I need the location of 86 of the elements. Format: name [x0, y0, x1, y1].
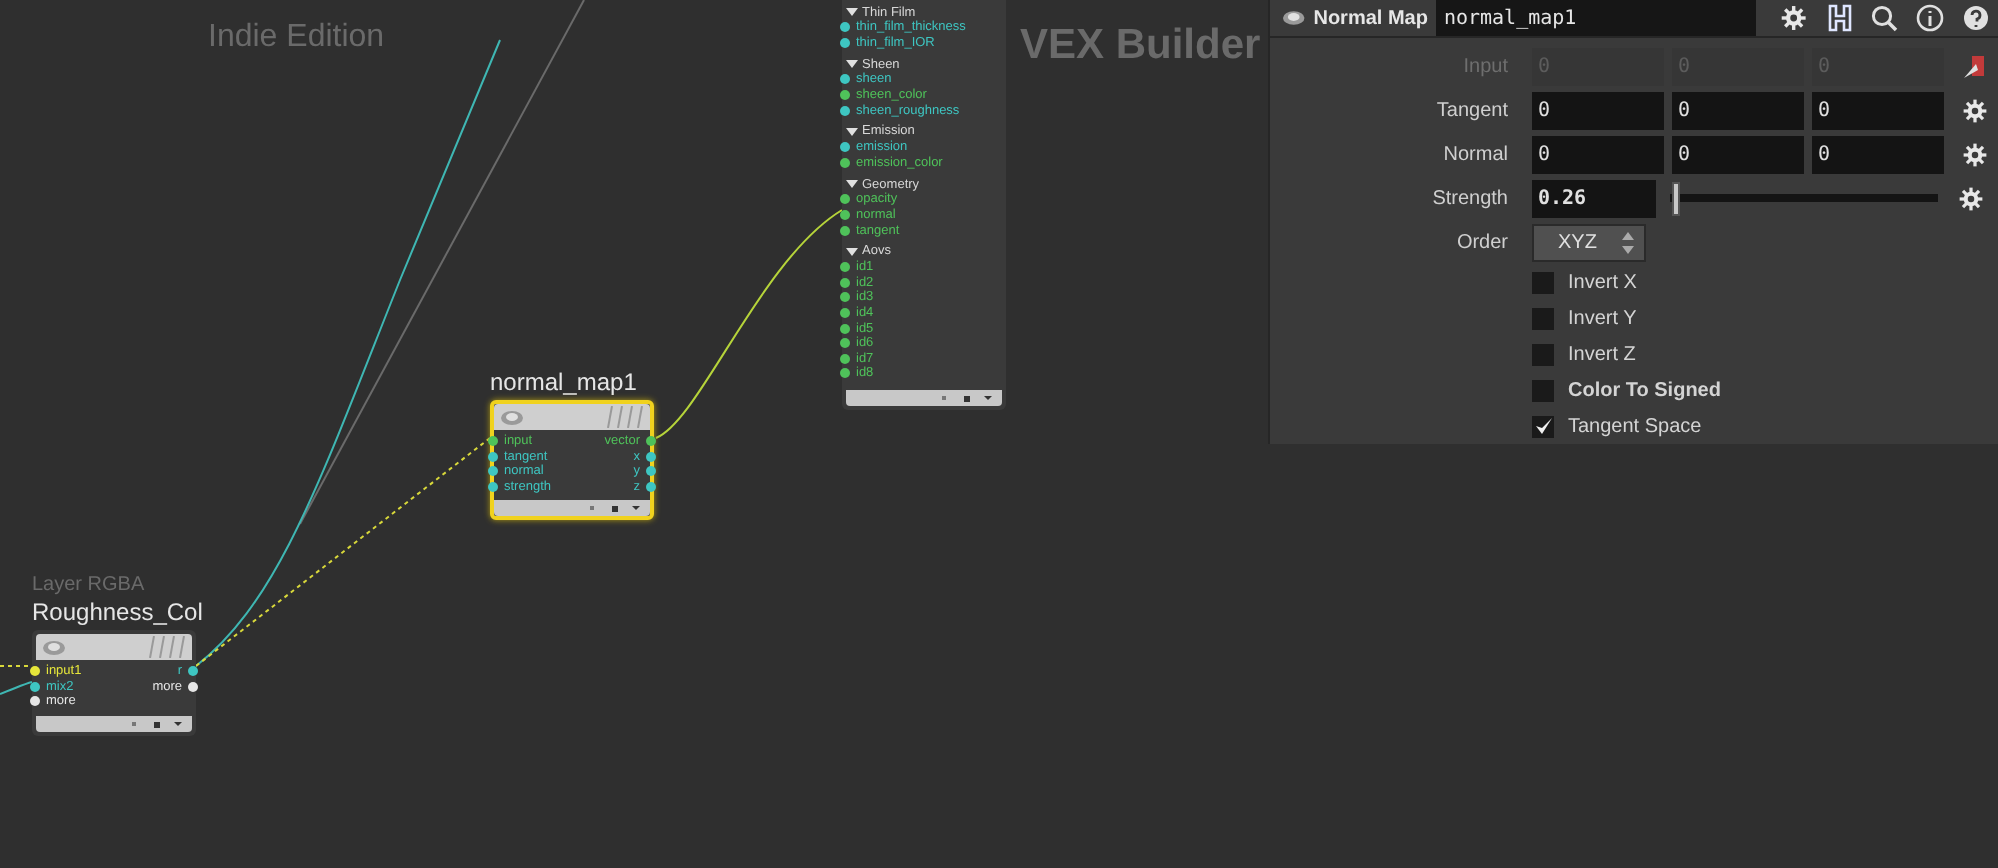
port-dot[interactable]	[840, 157, 850, 168]
checkbox[interactable]	[1532, 271, 1554, 293]
port-dot[interactable]	[840, 277, 850, 288]
search-icon[interactable]	[1870, 4, 1898, 32]
node-flags-icon[interactable]	[590, 504, 642, 513]
checkbox[interactable]	[1532, 379, 1554, 401]
port-dot[interactable]	[646, 466, 656, 477]
number-field[interactable]: 0	[1812, 91, 1944, 129]
stripes-icon	[604, 406, 644, 428]
node-type-label: Normal Map	[1313, 7, 1428, 29]
number-field[interactable]: 0	[1812, 135, 1944, 173]
connection-wire	[0, 665, 33, 667]
node-flags-icon[interactable]	[942, 393, 994, 402]
port-dot[interactable]	[188, 666, 198, 677]
collapse-icon[interactable]	[846, 127, 858, 136]
houdini-h-icon[interactable]	[1824, 2, 1856, 34]
collapse-icon[interactable]	[846, 247, 858, 256]
number-field[interactable]: 0.26	[1532, 179, 1656, 217]
checkbox-label: Tangent Space	[1568, 415, 1702, 437]
port-dot[interactable]	[30, 681, 40, 692]
spinner-icon	[1622, 231, 1634, 253]
port-dot[interactable]	[840, 210, 850, 221]
parameter-label: Strength	[1430, 187, 1508, 209]
port-dot[interactable]	[840, 323, 850, 334]
port-dot[interactable]	[646, 451, 656, 462]
number-field[interactable]: 0	[1532, 135, 1664, 173]
port-dot[interactable]	[840, 353, 850, 364]
parameter-label: Order	[1454, 231, 1508, 253]
checkbox[interactable]	[1532, 307, 1554, 329]
port-dot[interactable]	[488, 436, 498, 447]
gear-icon[interactable]	[1958, 185, 1984, 211]
shader-icon	[1282, 10, 1306, 26]
checkbox-label: Invert X	[1568, 271, 1637, 293]
port-dot[interactable]	[840, 338, 850, 349]
parameter-label: Normal	[1441, 143, 1508, 165]
collapse-icon[interactable]	[846, 60, 858, 69]
connection-wire	[0, 681, 33, 695]
port-dot[interactable]	[840, 292, 850, 303]
order-menu[interactable]: XYZ	[1532, 223, 1646, 261]
checkbox-label: Invert Y	[1568, 307, 1637, 329]
node-name: normal_map1	[490, 368, 639, 396]
node-type-label: Layer RGBA	[32, 574, 147, 598]
help-icon[interactable]	[1962, 4, 1990, 32]
edition-label: Indie Edition	[208, 22, 385, 54]
collapse-icon[interactable]	[846, 180, 858, 189]
collapse-icon[interactable]	[846, 8, 858, 16]
port-dot[interactable]	[840, 225, 850, 236]
context-label: VEX Builder	[1020, 24, 1261, 66]
slider-thumb[interactable]	[1671, 181, 1680, 215]
port-dot[interactable]	[488, 451, 498, 462]
shader-icon	[500, 409, 524, 425]
stripes-icon	[146, 636, 186, 658]
node-name-field[interactable]: normal_map1	[1435, 0, 1757, 36]
port-dot[interactable]	[840, 194, 850, 205]
port-dot[interactable]	[840, 262, 850, 273]
gear-icon[interactable]	[1780, 4, 1808, 32]
shader-icon	[42, 639, 66, 655]
node-flags-icon[interactable]	[132, 719, 184, 728]
parameter-label: Tangent	[1434, 99, 1508, 121]
port-dot[interactable]	[30, 696, 40, 707]
checkbox[interactable]	[1532, 343, 1554, 365]
port-dot[interactable]	[840, 142, 850, 153]
info-icon[interactable]	[1916, 4, 1944, 32]
number-field[interactable]: 0	[1672, 135, 1804, 173]
port-dot[interactable]	[840, 90, 850, 101]
node-pick-icon[interactable]	[1962, 53, 1988, 79]
gear-icon[interactable]	[1962, 141, 1988, 167]
port-dot[interactable]	[188, 681, 198, 692]
number-field[interactable]: 0	[1672, 91, 1804, 129]
port-dot[interactable]	[840, 22, 850, 33]
port-dot[interactable]	[646, 436, 656, 447]
checkmark-icon	[1533, 416, 1553, 436]
port-dot[interactable]	[840, 37, 850, 48]
port-dot[interactable]	[840, 105, 850, 116]
checkbox-label: Color To Signed	[1568, 379, 1721, 401]
number-field[interactable]: 0	[1532, 91, 1664, 129]
gear-icon[interactable]	[1962, 97, 1988, 123]
port-dot[interactable]	[30, 666, 40, 677]
checkbox[interactable]	[1532, 415, 1554, 437]
port-dot[interactable]	[646, 482, 656, 493]
port-dot[interactable]	[840, 308, 850, 319]
port-dot[interactable]	[840, 368, 850, 379]
port-dot[interactable]	[840, 74, 850, 85]
port-dot[interactable]	[488, 466, 498, 477]
checkbox-label: Invert Z	[1568, 343, 1636, 365]
port-dot[interactable]	[488, 482, 498, 493]
